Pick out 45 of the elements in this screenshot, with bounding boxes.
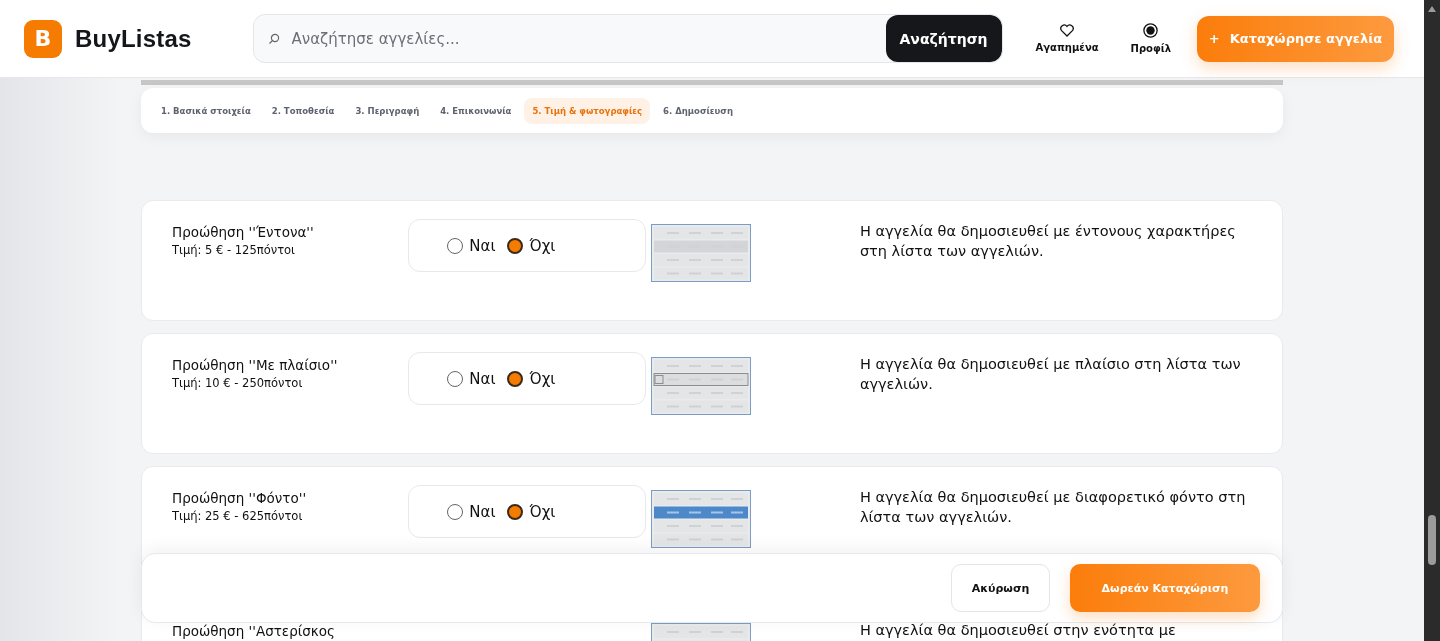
promotion-title: Προώθηση ''Αστερίσκος <box>172 623 336 639</box>
promotion-description: Η αγγελία θα δημοσιευθεί στην ενότητα με <box>859 621 1177 640</box>
search-field[interactable]: Αναζήτησε αγγελίες... <box>289 28 886 49</box>
favorites-link[interactable]: Αγαπημένα <box>1035 24 1099 53</box>
radio-button[interactable] <box>507 370 524 387</box>
heart-icon <box>1060 24 1075 37</box>
radio-button[interactable] <box>447 237 464 254</box>
promotion-title: Προώθηση ''Με πλαίσιο'' <box>172 357 339 373</box>
radio-label: Όχι <box>529 502 556 521</box>
step-tab[interactable]: 1. Βασικά στοιχεία <box>153 97 259 124</box>
radio-button[interactable] <box>507 503 524 520</box>
promotion-price: Τιμή: 5 € - 125πόντοι <box>172 243 296 257</box>
step-tab[interactable]: 4. Επικοινωνία <box>432 97 520 124</box>
radio-option[interactable]: Όχι <box>507 502 556 521</box>
radio-option[interactable]: Ναι <box>447 369 496 388</box>
step-tab[interactable]: 6. Δημοσίευση <box>655 97 741 124</box>
promotion-title: Προώθηση ''Έντονα'' <box>172 224 315 240</box>
radio-button[interactable] <box>447 370 464 387</box>
promotion-description: Η αγγελία θα δημοσιευθεί με διαφορετικό φόντο στη λίστα των αγγελιών. <box>859 488 1247 527</box>
scrollbar[interactable] <box>1424 0 1440 641</box>
radio-label: Όχι <box>529 236 556 255</box>
radio-button[interactable] <box>447 503 464 520</box>
search-button[interactable]: Αναζήτηση <box>885 15 1002 62</box>
promotion-description: Η αγγελία θα δημοσιευθεί με έντονους χαρακτήρες στη λίστα των αγγελιών. <box>859 222 1237 261</box>
search-bar[interactable]: Αναζήτησε αγγελίες... Αναζήτηση <box>252 14 1003 63</box>
cancel-button[interactable]: Ακύρωση <box>951 564 1050 612</box>
radio-label: Ναι <box>469 369 496 388</box>
radio-option[interactable]: Ναι <box>447 502 496 521</box>
promotion-title: Προώθηση ''Φόντο'' <box>172 490 308 506</box>
step-tab[interactable]: 3. Περιγραφή <box>347 97 428 124</box>
profile-icon <box>1143 23 1159 38</box>
search-icon <box>267 32 280 45</box>
promotion-description: Η αγγελία θα δημοσιευθεί με πλαίσιο στη λίστα των αγγελιών. <box>859 355 1242 394</box>
profile-link[interactable]: Προφίλ <box>1130 23 1172 54</box>
radio-option[interactable]: Ναι <box>447 236 496 255</box>
radio-label: Ναι <box>469 236 496 255</box>
radio-label: Ναι <box>469 502 496 521</box>
brand-name: BuyListas <box>75 24 192 53</box>
promotion-price: Τιμή: 25 € - 625πόντοι <box>172 509 304 523</box>
radio-button[interactable] <box>507 237 524 254</box>
step-tab[interactable]: 2. Τοποθεσία <box>263 97 343 124</box>
radio-option[interactable]: Όχι <box>507 369 556 388</box>
radio-label: Όχι <box>529 369 556 388</box>
promotion-price: Τιμή: 10 € - 250πόντοι <box>172 376 304 390</box>
radio-option[interactable]: Όχι <box>507 236 556 255</box>
